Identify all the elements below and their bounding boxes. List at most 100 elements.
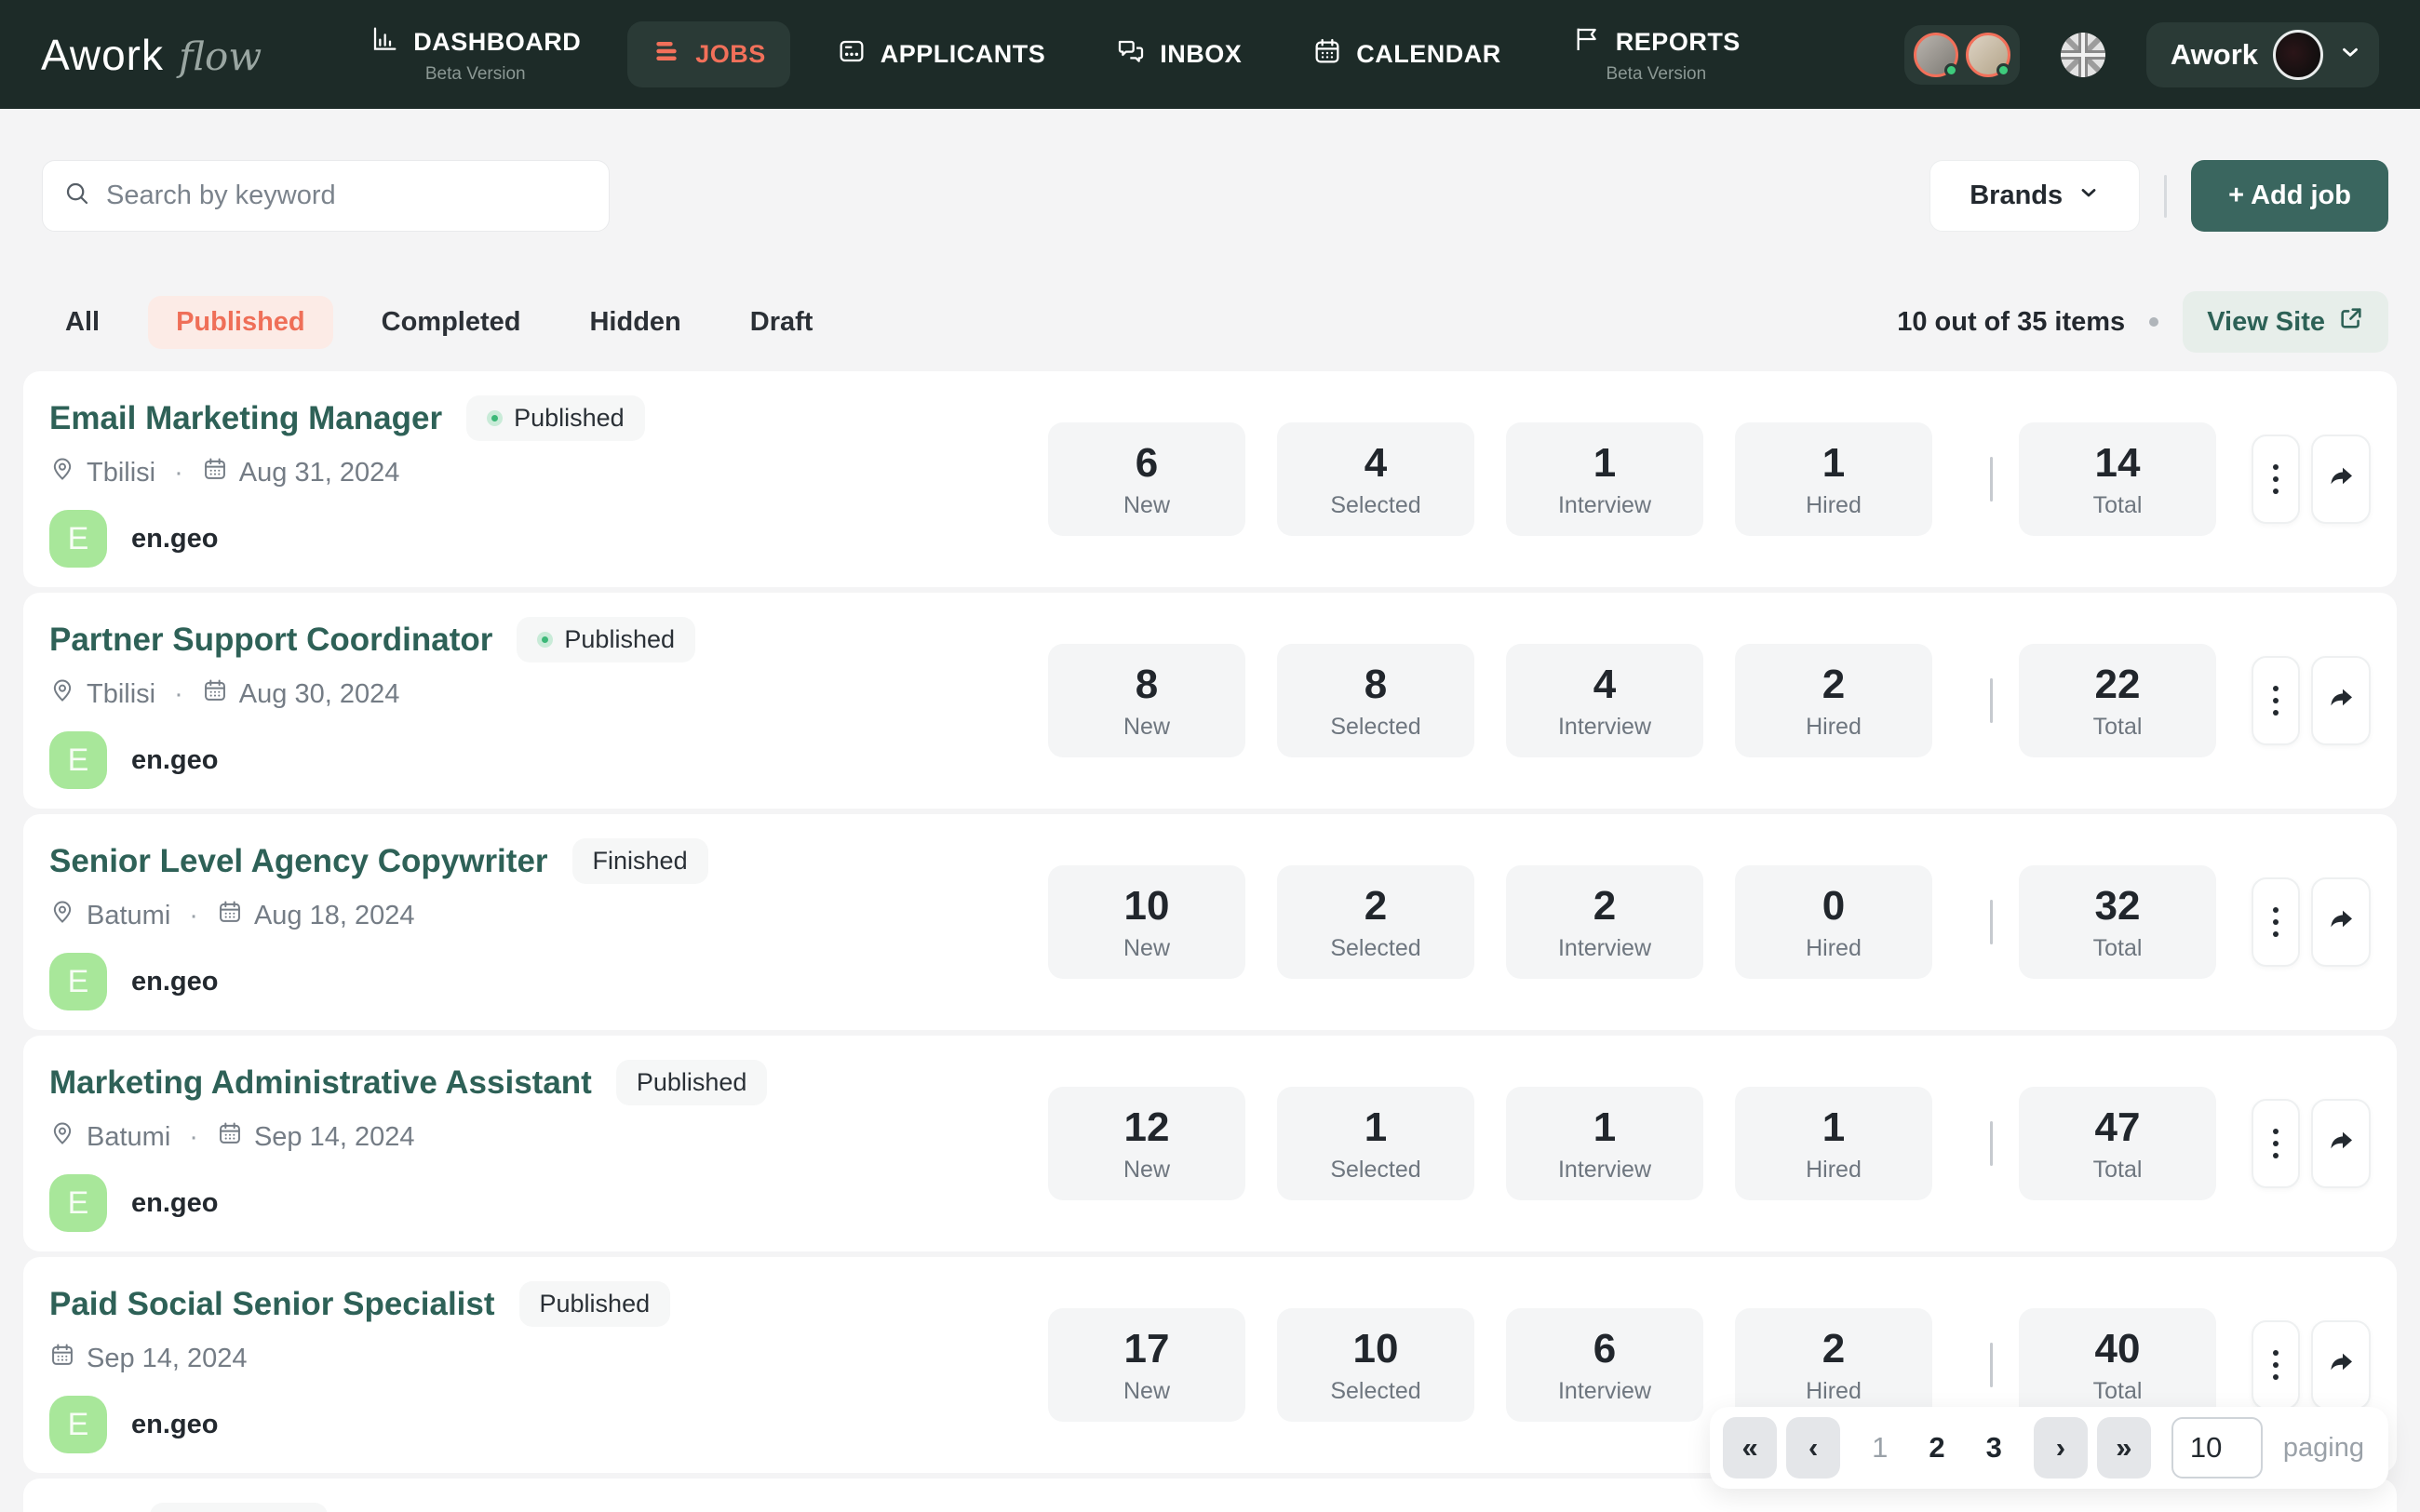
job-location-wrap: Tbilisi (49, 456, 155, 489)
stat-label: Total (2093, 714, 2143, 741)
meta-separator: · (174, 458, 183, 488)
add-job-label: + Add job (2228, 181, 2351, 211)
job-location-wrap: Batumi (49, 1120, 170, 1154)
view-site-button[interactable]: View Site (2183, 291, 2388, 353)
stat-selected[interactable]: 8 Selected (1277, 644, 1474, 757)
search-box[interactable] (42, 160, 610, 232)
job-title[interactable]: Email Marketing Manager (49, 400, 442, 437)
stat-interview[interactable]: 1 Interview (1506, 422, 1703, 536)
nav-item-inbox[interactable]: INBOX (1092, 21, 1266, 87)
nav-item-dashboard[interactable]: DASHBOARD Beta Version (345, 9, 605, 100)
stat-value: 4 (1365, 440, 1387, 487)
brands-dropdown-button[interactable]: Brands (1929, 160, 2140, 232)
stat-new[interactable]: 10 New (1048, 865, 1245, 979)
stat-selected[interactable]: 2 Selected (1277, 865, 1474, 979)
stat-hired[interactable]: 1 Hired (1735, 1087, 1932, 1200)
job-menu-button[interactable] (2252, 435, 2300, 524)
stat-label: Selected (1330, 1157, 1420, 1184)
prev-page-button[interactable]: ‹ (1786, 1417, 1840, 1479)
stat-hired[interactable]: 1 Hired (1735, 422, 1932, 536)
tab-published[interactable]: Published (148, 296, 333, 349)
avatar[interactable] (1966, 33, 2010, 77)
stat-selected[interactable]: 10 Selected (1277, 1308, 1474, 1422)
job-share-button[interactable] (2311, 1320, 2371, 1410)
page-number-2[interactable]: 2 (1929, 1431, 1944, 1465)
stat-new[interactable]: 6 New (1048, 422, 1245, 536)
toolbar-divider (2164, 175, 2167, 218)
stat-hired[interactable]: 0 Hired (1735, 865, 1932, 979)
job-location-wrap: Batumi (49, 899, 170, 932)
add-job-button[interactable]: + Add job (2191, 160, 2388, 232)
stat-total[interactable]: 47 Total (2019, 1087, 2216, 1200)
stat-new[interactable]: 17 New (1048, 1308, 1245, 1422)
stat-interview[interactable]: 4 Interview (1506, 644, 1703, 757)
chevron-down-icon (2338, 40, 2362, 69)
location-pin-icon (49, 1120, 87, 1154)
last-page-button[interactable]: » (2097, 1417, 2151, 1479)
search-icon (63, 180, 91, 212)
user-avatar-group[interactable] (1904, 25, 2020, 85)
job-share-button[interactable] (2311, 1099, 2371, 1188)
stat-hired[interactable]: 2 Hired (1735, 1308, 1932, 1422)
nav-item-calendar[interactable]: CALENDAR (1288, 21, 1526, 87)
nav-item-applicants[interactable]: APPLICANTS (813, 21, 1070, 87)
stat-label: Interview (1558, 1157, 1651, 1184)
job-menu-button[interactable] (2252, 1320, 2300, 1410)
stat-interview[interactable]: 2 Interview (1506, 865, 1703, 979)
job-menu-button[interactable] (2252, 1099, 2300, 1188)
nav-item-jobs[interactable]: JOBS (627, 21, 790, 87)
calendar-icon (1312, 36, 1342, 73)
stat-hired[interactable]: 2 Hired (1735, 644, 1932, 757)
avatar[interactable] (1914, 33, 1958, 77)
job-menu-button[interactable] (2252, 877, 2300, 967)
stat-label: Total (2093, 1378, 2143, 1405)
job-share-button[interactable] (2311, 435, 2371, 524)
tab-draft[interactable]: Draft (730, 296, 834, 349)
brand-avatar: E (49, 510, 107, 568)
stat-total[interactable]: 22 Total (2019, 644, 2216, 757)
stat-selected[interactable]: 1 Selected (1277, 1087, 1474, 1200)
job-date: Aug 31, 2024 (239, 458, 400, 488)
pagination-bar: « ‹ 1 2 3 › » paging (1710, 1407, 2388, 1489)
job-title[interactable]: Marketing Administrative Assistant (49, 1064, 592, 1102)
page-number-1[interactable]: 1 (1872, 1431, 1888, 1465)
stat-total[interactable]: 40 Total (2019, 1308, 2216, 1422)
job-title[interactable]: Partner Support Coordinator (49, 622, 492, 659)
job-title[interactable]: Paid Social Senior Specialist (49, 1286, 495, 1323)
nav-label: INBOX (1160, 40, 1242, 69)
stat-selected[interactable]: 4 Selected (1277, 422, 1474, 536)
page-size-input[interactable] (2171, 1417, 2263, 1479)
stat-interview[interactable]: 1 Interview (1506, 1087, 1703, 1200)
job-meta: Batumi · Sep 14, 2024 (49, 1120, 767, 1154)
workspace-switcher[interactable]: Awork (2146, 22, 2379, 87)
stat-new[interactable]: 12 New (1048, 1087, 1245, 1200)
brand-avatar: E (49, 953, 107, 1010)
stat-new[interactable]: 8 New (1048, 644, 1245, 757)
brands-label: Brands (1970, 181, 2063, 211)
search-input[interactable] (106, 181, 588, 211)
tab-hidden[interactable]: Hidden (569, 296, 701, 349)
job-share-button[interactable] (2311, 877, 2371, 967)
filter-tabs: All Published Completed Hidden Draft (45, 296, 833, 349)
job-menu-button[interactable] (2252, 656, 2300, 745)
brand-name: en.geo (131, 1188, 218, 1219)
external-link-icon (2338, 305, 2364, 339)
nav-item-reports[interactable]: REPORTS Beta Version (1548, 9, 1765, 100)
job-title[interactable]: Senior Level Agency Copywriter (49, 843, 548, 880)
stat-label: Selected (1330, 492, 1420, 519)
job-share-button[interactable] (2311, 656, 2371, 745)
tab-completed[interactable]: Completed (361, 296, 542, 349)
language-flag-icon[interactable] (2061, 33, 2105, 77)
next-page-button[interactable]: › (2034, 1417, 2088, 1479)
job-title[interactable]: test2 (49, 1507, 126, 1512)
page-number-3[interactable]: 3 (1986, 1431, 2002, 1465)
chat-bubbles-icon (1116, 36, 1146, 73)
tab-all[interactable]: All (45, 296, 120, 349)
first-page-button[interactable]: « (1723, 1417, 1777, 1479)
chevron-down-icon (2077, 181, 2100, 211)
job-location-wrap: Tbilisi (49, 677, 155, 711)
stat-total[interactable]: 14 Total (2019, 422, 2216, 536)
stat-total[interactable]: 32 Total (2019, 865, 2216, 979)
stat-interview[interactable]: 6 Interview (1506, 1308, 1703, 1422)
stat-value: 17 (1124, 1326, 1170, 1372)
